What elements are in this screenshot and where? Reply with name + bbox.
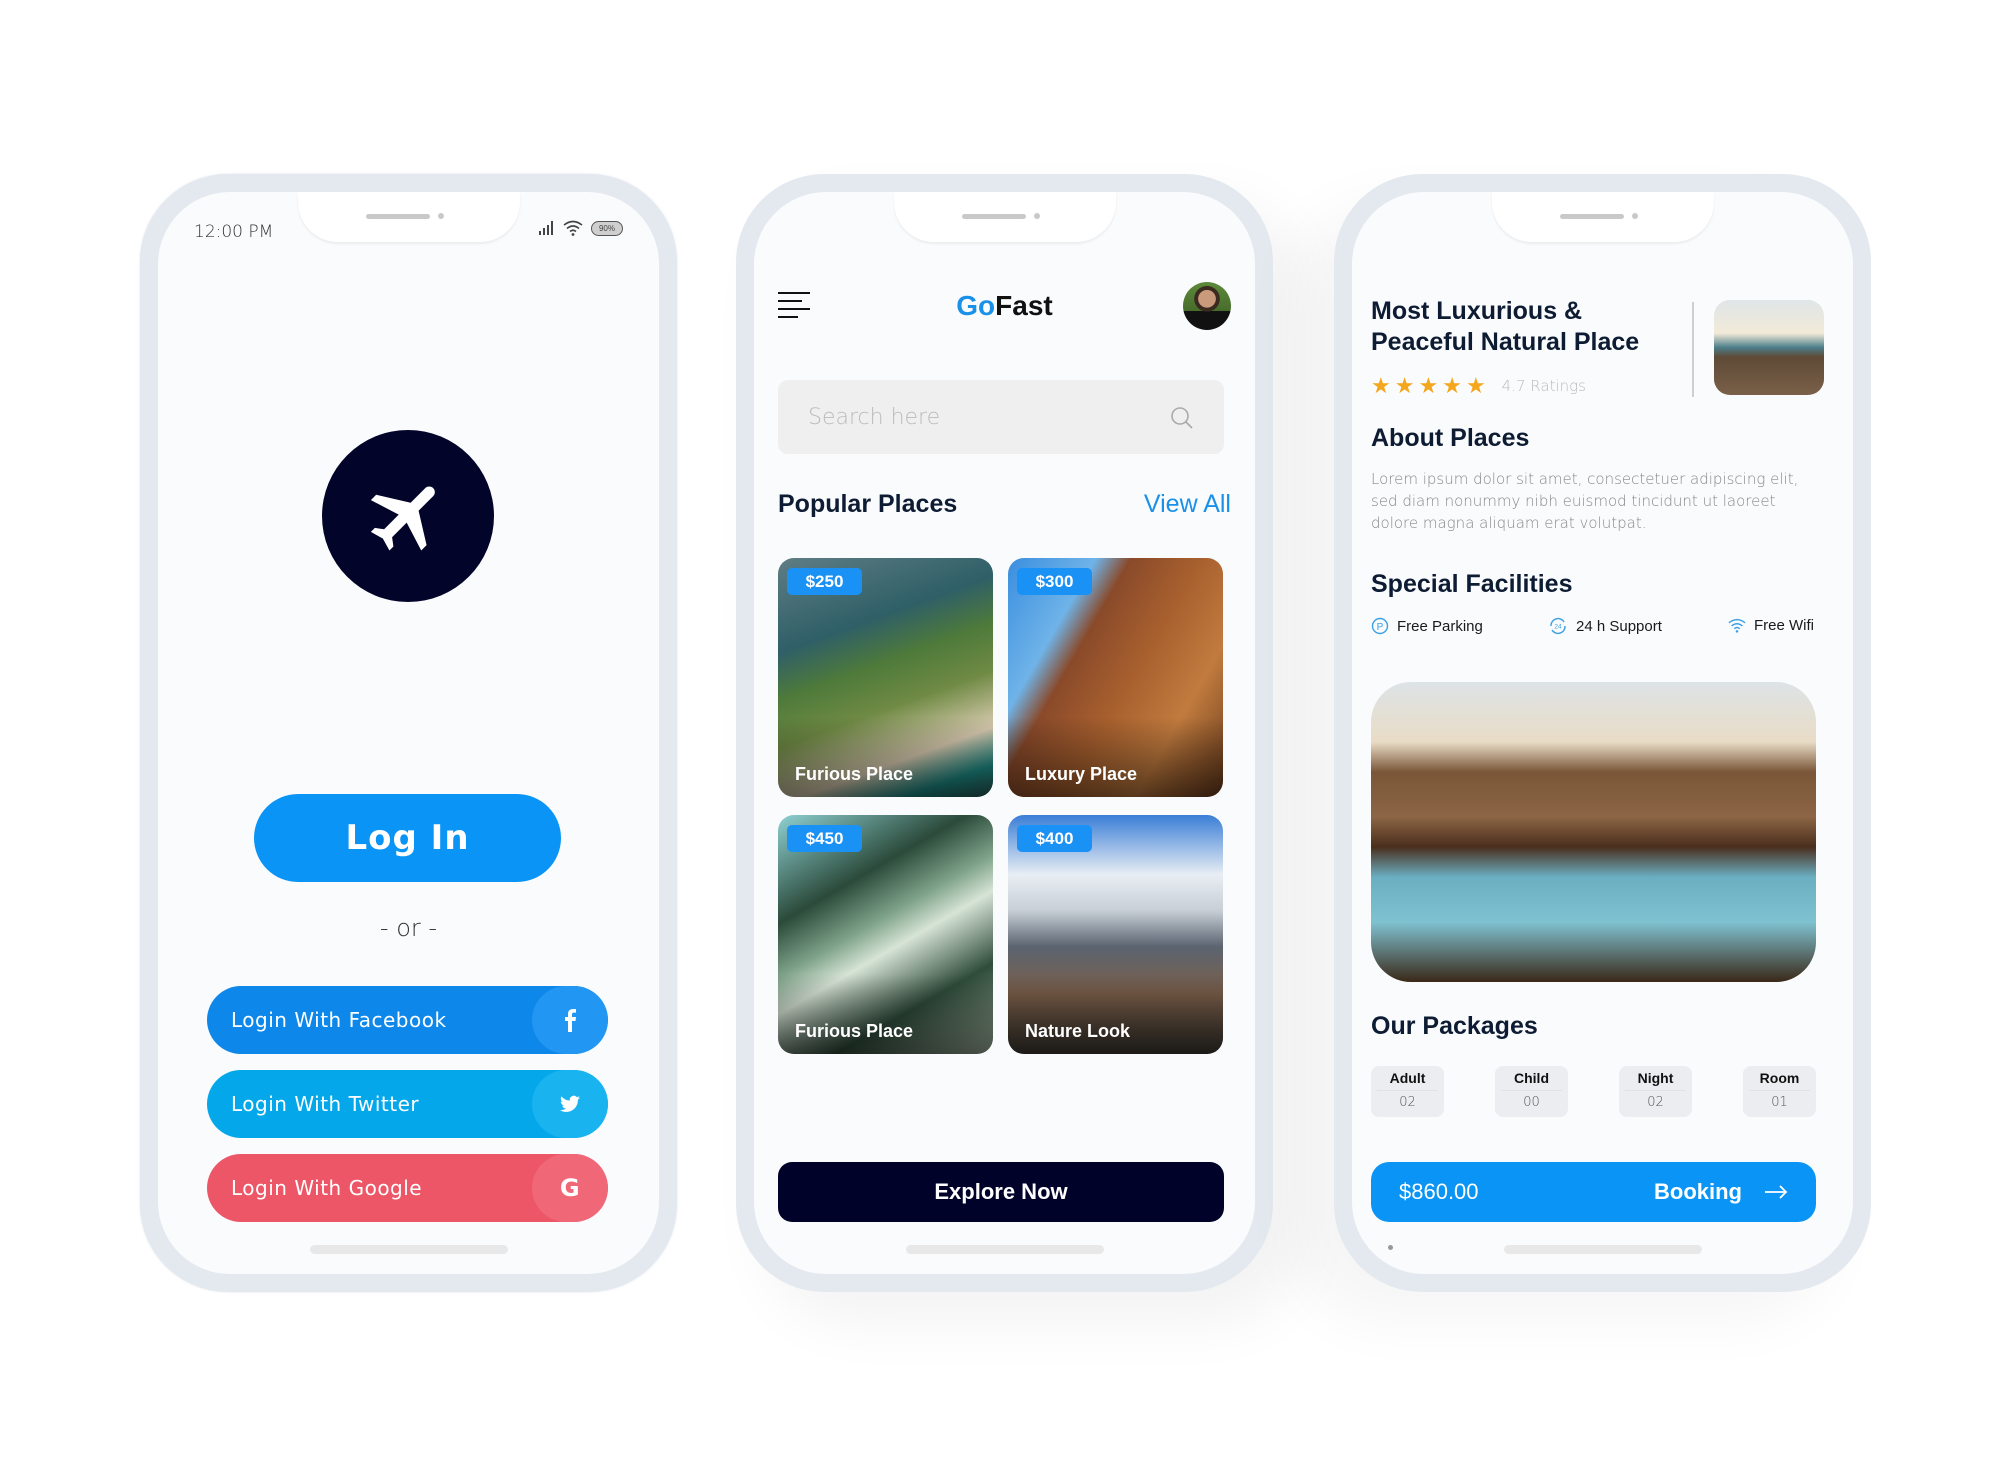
star-icon: ★ bbox=[1465, 373, 1486, 398]
home-indicator[interactable] bbox=[1503, 1245, 1702, 1254]
login-google-label: Login With Google bbox=[231, 1176, 423, 1200]
login-google-button[interactable]: Login With Google G bbox=[207, 1154, 608, 1222]
place-card[interactable]: $250 Furious Place bbox=[778, 558, 993, 797]
star-icon: ★ bbox=[1442, 373, 1462, 398]
twitter-icon bbox=[532, 1070, 608, 1138]
about-text: Lorem ipsum dolor sit amet, consectetuer… bbox=[1371, 470, 1799, 532]
notch bbox=[893, 192, 1116, 242]
or-divider: - or - bbox=[379, 914, 438, 942]
battery-indicator: 90% bbox=[591, 220, 623, 236]
facility-label: Free Wifi bbox=[1754, 617, 1814, 634]
status-time: 12:00 PM bbox=[194, 222, 274, 242]
rating: ★ ★ ★ ★ ★ 4.7 Ratings bbox=[1371, 375, 1586, 397]
package-room[interactable]: Room 01 bbox=[1743, 1066, 1816, 1117]
login-twitter-button[interactable]: Login With Twitter bbox=[207, 1070, 608, 1138]
facilities-title: Special Facilities bbox=[1371, 570, 1573, 598]
package-label: Adult bbox=[1377, 1066, 1438, 1091]
arrow-right-icon bbox=[1765, 1185, 1788, 1199]
package-value: 00 bbox=[1523, 1095, 1540, 1110]
booking-button[interactable]: $860.00 Booking bbox=[1371, 1162, 1816, 1222]
place-card[interactable]: $400 Nature Look bbox=[1008, 815, 1223, 1054]
airplane-icon bbox=[370, 486, 435, 551]
phone-detail: Most Luxurious & Peaceful Natural Place … bbox=[1334, 174, 1871, 1292]
package-adult[interactable]: Adult 02 bbox=[1371, 1066, 1444, 1117]
notch bbox=[1491, 192, 1714, 242]
package-value: 02 bbox=[1647, 1095, 1664, 1110]
explore-now-button[interactable]: Explore Now bbox=[778, 1162, 1224, 1222]
facebook-icon bbox=[532, 986, 608, 1054]
login-facebook-button[interactable]: Login With Facebook bbox=[207, 986, 608, 1054]
place-name: Nature Look bbox=[1025, 1021, 1131, 1041]
place-name: Furious Place bbox=[795, 764, 914, 784]
wifi-icon bbox=[563, 220, 583, 236]
rating-text: 4.7 Ratings bbox=[1501, 377, 1586, 395]
package-value: 01 bbox=[1771, 1095, 1788, 1110]
app-logo bbox=[322, 430, 494, 602]
support-24h-icon: 24 bbox=[1550, 617, 1566, 635]
packages-title: Our Packages bbox=[1371, 1012, 1538, 1040]
home-indicator[interactable] bbox=[309, 1245, 508, 1254]
star-icon: ★ bbox=[1418, 373, 1439, 398]
svg-text:24: 24 bbox=[1554, 624, 1562, 631]
view-all-link[interactable]: View All bbox=[1144, 490, 1231, 519]
wifi-icon bbox=[1728, 618, 1746, 633]
facility-wifi: Free Wifi bbox=[1728, 617, 1814, 634]
price-badge: $300 bbox=[1017, 568, 1092, 595]
facility-support: 24 24 h Support bbox=[1548, 617, 1662, 635]
package-label: Night bbox=[1625, 1066, 1686, 1091]
price-badge: $450 bbox=[787, 825, 862, 852]
package-label: Room bbox=[1749, 1066, 1810, 1091]
parking-icon: P bbox=[1371, 617, 1389, 635]
place-title: Most Luxurious & Peaceful Natural Place bbox=[1371, 297, 1640, 356]
svg-text:P: P bbox=[1377, 622, 1384, 633]
total-price: $860.00 bbox=[1399, 1179, 1479, 1204]
signal-icon bbox=[539, 221, 553, 235]
price-badge: $400 bbox=[1017, 825, 1092, 852]
phone-home: GoFast Popular Places View All $250 Furi… bbox=[736, 174, 1273, 1292]
login-facebook-label: Login With Facebook bbox=[231, 1008, 447, 1032]
login-screen: 12:00 PM 90% Log In - or - Login With Fa… bbox=[158, 192, 659, 1274]
search-box bbox=[778, 380, 1224, 454]
app-title-rest: Fast bbox=[995, 290, 1053, 321]
login-button[interactable]: Log In bbox=[254, 794, 561, 882]
place-name: Furious Place bbox=[795, 1021, 914, 1041]
phone-login: 12:00 PM 90% Log In - or - Login With Fa… bbox=[140, 174, 677, 1292]
app-title-accent: Go bbox=[956, 290, 996, 321]
star-icon: ★ bbox=[1371, 373, 1391, 398]
package-night[interactable]: Night 02 bbox=[1619, 1066, 1692, 1117]
popular-places-title: Popular Places bbox=[778, 490, 958, 518]
package-value: 02 bbox=[1399, 1095, 1416, 1110]
booking-label: Booking bbox=[1654, 1179, 1742, 1204]
divider bbox=[1692, 302, 1694, 397]
package-label: Child bbox=[1501, 1066, 1562, 1091]
search-icon[interactable] bbox=[1170, 406, 1194, 430]
avatar[interactable] bbox=[1183, 282, 1231, 330]
notch bbox=[297, 192, 520, 242]
home-indicator[interactable] bbox=[905, 1245, 1104, 1254]
price-badge: $250 bbox=[787, 568, 862, 595]
home-screen: GoFast Popular Places View All $250 Furi… bbox=[754, 192, 1255, 1274]
detail-screen: Most Luxurious & Peaceful Natural Place … bbox=[1352, 192, 1853, 1274]
facility-label: Free Parking bbox=[1397, 617, 1483, 635]
resort-image bbox=[1371, 682, 1816, 982]
about-title: About Places bbox=[1371, 424, 1530, 452]
place-card[interactable]: $300 Luxury Place bbox=[1008, 558, 1223, 797]
pager-dot bbox=[1388, 1245, 1393, 1250]
facility-label: 24 h Support bbox=[1576, 617, 1662, 635]
facility-parking: P Free Parking bbox=[1371, 617, 1483, 635]
star-icon: ★ bbox=[1394, 373, 1415, 398]
search-input[interactable] bbox=[808, 404, 1148, 430]
app-title: GoFast bbox=[754, 290, 1255, 322]
google-icon: G bbox=[532, 1154, 608, 1222]
status-icons: 90% bbox=[539, 220, 623, 236]
place-thumbnail[interactable] bbox=[1714, 300, 1824, 395]
package-child[interactable]: Child 00 bbox=[1495, 1066, 1568, 1117]
place-name: Luxury Place bbox=[1025, 764, 1138, 784]
place-card[interactable]: $450 Furious Place bbox=[778, 815, 993, 1054]
login-twitter-label: Login With Twitter bbox=[231, 1092, 420, 1116]
